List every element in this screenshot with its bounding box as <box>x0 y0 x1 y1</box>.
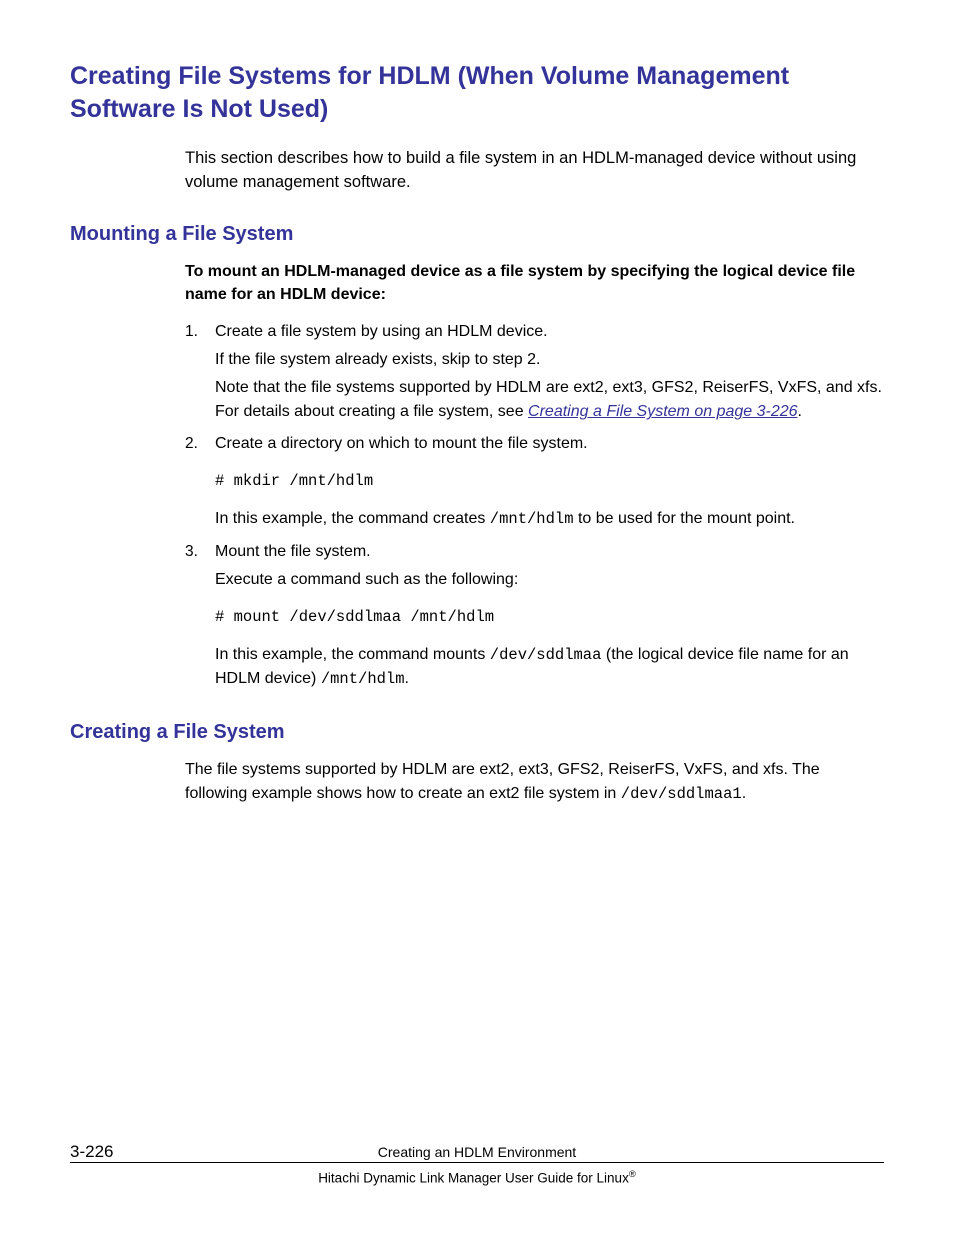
step1-p2: If the file system already exists, skip … <box>215 348 884 372</box>
text: to be used for the mount point. <box>574 510 795 527</box>
step2-p2: In this example, the command creates /mn… <box>215 507 884 531</box>
heading-1: Creating File Systems for HDLM (When Vol… <box>70 60 884 125</box>
code-mkdir: # mkdir /mnt/hdlm <box>215 470 884 493</box>
book-title-text: Hitachi Dynamic Link Manager User Guide … <box>318 1170 629 1185</box>
step-1: 1. Create a file system by using an HDLM… <box>185 320 884 428</box>
cross-ref-link[interactable]: Creating a File System on page 3-226 <box>528 403 797 420</box>
creating-fs-paragraph: The file systems supported by HDLM are e… <box>185 758 884 806</box>
step-3: 3. Mount the file system. Execute a comm… <box>185 540 884 696</box>
page-footer: 3-226 Creating an HDLM Environment Hitac… <box>70 1142 884 1186</box>
step-2: 2. Create a directory on which to mount … <box>185 432 884 536</box>
step2-p1: Create a directory on which to mount the… <box>215 432 884 456</box>
footer-book-title: Hitachi Dynamic Link Manager User Guide … <box>70 1169 884 1186</box>
text: . <box>742 785 746 802</box>
page-number: 3-226 <box>70 1142 190 1162</box>
inline-code: /dev/sddlmaa <box>490 646 602 664</box>
ordered-list: 1. Create a file system by using an HDLM… <box>185 320 884 695</box>
step-marker: 1. <box>185 320 215 428</box>
inline-code: /mnt/hdlm <box>490 510 574 528</box>
registered-icon: ® <box>629 1169 636 1180</box>
step1-p3-tail: . <box>798 403 802 420</box>
text: In this example, the command mounts <box>215 646 490 663</box>
heading-creating-fs: Creating a File System <box>70 721 884 744</box>
step3-p3: In this example, the command mounts /dev… <box>215 643 884 692</box>
step1-p3: Note that the file systems supported by … <box>215 376 884 424</box>
heading-mounting: Mounting a File System <box>70 223 884 246</box>
mounting-lead: To mount an HDLM-managed device as a fil… <box>185 260 884 306</box>
text: . <box>405 670 409 687</box>
footer-chapter: Creating an HDLM Environment <box>190 1144 764 1160</box>
inline-code: /dev/sddlmaa1 <box>621 785 742 803</box>
intro-paragraph: This section describes how to build a fi… <box>185 147 884 195</box>
step1-p1: Create a file system by using an HDLM de… <box>215 320 884 344</box>
step-marker: 3. <box>185 540 215 696</box>
step-marker: 2. <box>185 432 215 536</box>
inline-code: /mnt/hdlm <box>321 670 405 688</box>
step3-p1: Mount the file system. <box>215 540 884 564</box>
step3-p2: Execute a command such as the following: <box>215 568 884 592</box>
text: In this example, the command creates <box>215 510 490 527</box>
code-mount: # mount /dev/sddlmaa /mnt/hdlm <box>215 606 884 629</box>
